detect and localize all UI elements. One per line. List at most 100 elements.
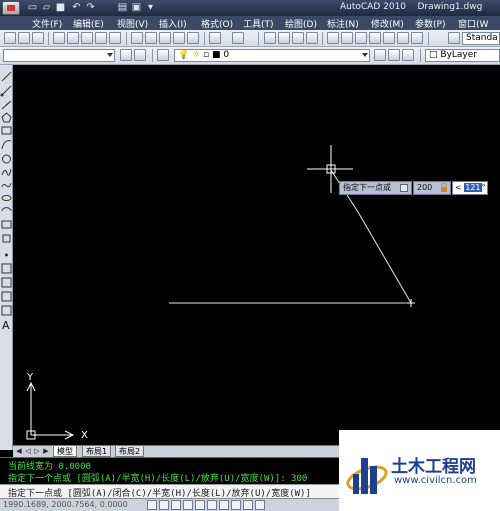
next-tab-icon[interactable]: ▷	[33, 447, 41, 456]
publish-dwf-icon[interactable]	[81, 32, 93, 44]
quickcalc-icon[interactable]	[397, 32, 409, 44]
angle-input[interactable]: < 121°	[452, 181, 488, 195]
mtext-tool-icon: A	[2, 319, 10, 332]
color-value: ByLayer	[440, 50, 477, 60]
layer-state-icon[interactable]	[402, 49, 414, 61]
application-menu-button[interactable]	[2, 1, 20, 15]
menu-format[interactable]: 格式(O)	[201, 17, 233, 30]
last-tab-icon[interactable]: ▶	[42, 447, 50, 456]
menu-tools[interactable]: 工具(T)	[243, 17, 274, 30]
new-icon[interactable]: ▭	[26, 2, 39, 14]
menu-file[interactable]: 文件(F)	[32, 17, 62, 30]
text-style-icon[interactable]	[448, 32, 460, 44]
hatch-tool-icon	[1, 263, 12, 274]
plot-icon[interactable]: ▤	[116, 2, 129, 14]
save-file-icon[interactable]	[32, 32, 44, 44]
drawing-area[interactable]: Y X	[13, 65, 500, 445]
sheet-set-icon[interactable]	[109, 32, 121, 44]
3d-print-icon[interactable]	[95, 32, 107, 44]
tool-palettes-icon[interactable]	[355, 32, 367, 44]
prev-tab-icon[interactable]: ◁	[24, 447, 32, 456]
lineweight-toggle-icon[interactable]	[243, 500, 253, 510]
quick-access-dropdown-icon[interactable]: ▾	[144, 2, 157, 14]
snap-toggle-icon[interactable]	[147, 500, 157, 510]
menu-edit[interactable]: 编辑(E)	[73, 17, 104, 30]
open-icon[interactable]: ▱	[40, 2, 53, 14]
dynamic-prompt-text: 指定下一点或	[343, 183, 391, 192]
sun-icon: ☼	[192, 50, 201, 60]
layer-previous-icon[interactable]	[388, 49, 400, 61]
cut-icon[interactable]	[131, 32, 143, 44]
zoom-previous-icon[interactable]	[306, 32, 318, 44]
ellipse-arc-tool-icon	[1, 207, 12, 212]
match-properties-icon[interactable]	[173, 32, 185, 44]
zoom-realtime-icon[interactable]	[278, 32, 290, 44]
draw-toolbar: A	[0, 65, 13, 450]
dynamic-options-icon[interactable]	[400, 184, 408, 192]
block-editor-icon[interactable]	[187, 32, 199, 44]
polar-toggle-icon[interactable]	[183, 500, 193, 510]
print-icon[interactable]	[53, 32, 65, 44]
menu-insert[interactable]: 插入(I)	[159, 17, 187, 30]
make-block-icon	[2, 234, 11, 243]
drawing-svg[interactable]: Y X	[13, 65, 500, 445]
otrack-toggle-icon[interactable]	[207, 500, 217, 510]
menu-window[interactable]: 窗口(W	[458, 17, 488, 30]
polyline-tool-icon	[1, 100, 12, 110]
menu-dimension[interactable]: 标注(N)	[327, 17, 359, 30]
menu-view[interactable]: 视图(V)	[117, 17, 148, 30]
undo-icon[interactable]: ↶	[70, 2, 83, 14]
grid-toggle-icon[interactable]	[159, 500, 169, 510]
menu-modify[interactable]: 修改(M)	[371, 17, 404, 30]
layer-combo[interactable]: 💡 ☼ ▫ ■ 0	[174, 49, 370, 62]
markup-icon[interactable]	[383, 32, 395, 44]
undo-tool-icon[interactable]	[209, 32, 221, 44]
copy-icon[interactable]	[145, 32, 157, 44]
polyline-segment[interactable]	[357, 211, 412, 304]
color-combo[interactable]: □ ByLayer	[425, 49, 500, 62]
workspace-combo[interactable]	[3, 49, 115, 62]
sheet-set-manager-icon[interactable]	[369, 32, 381, 44]
paste-icon[interactable]	[159, 32, 171, 44]
watermark-url: www.civilcn.com	[394, 475, 477, 486]
plot-preview-icon[interactable]	[67, 32, 79, 44]
redo-icon[interactable]: ↷	[84, 2, 97, 14]
color-swatch-icon: □	[429, 50, 438, 60]
angle-value: 121	[464, 183, 482, 192]
layer-properties-icon[interactable]	[157, 49, 169, 61]
zoom-window-icon[interactable]	[292, 32, 304, 44]
make-current-layer-icon[interactable]	[374, 49, 386, 61]
menu-parametric[interactable]: 参数(P)	[415, 17, 445, 30]
toolbar-separator	[322, 32, 323, 45]
ucs-x-label: X	[81, 430, 88, 441]
properties-icon[interactable]	[327, 32, 339, 44]
open-file-icon[interactable]	[18, 32, 30, 44]
toolbar-separator	[258, 32, 259, 45]
design-center-icon[interactable]	[341, 32, 353, 44]
tab-model[interactable]: 模型	[53, 446, 77, 457]
layers-toolbar: 💡 ☼ ▫ ■ 0 □ ByLayer	[0, 47, 500, 65]
ducs-toggle-icon[interactable]	[219, 500, 229, 510]
bulb-icon: 💡	[178, 50, 190, 60]
help-icon[interactable]	[411, 32, 423, 44]
tab-layout2[interactable]: 布局2	[115, 446, 145, 457]
menu-draw[interactable]: 绘图(D)	[285, 17, 317, 30]
save-icon[interactable]: ■	[54, 2, 67, 14]
chevron-down-icon	[362, 53, 368, 57]
first-tab-icon[interactable]: ◀	[15, 447, 23, 456]
angle-prefix: <	[455, 183, 462, 192]
publish-icon[interactable]: ▣	[130, 2, 143, 14]
pan-icon[interactable]	[264, 32, 276, 44]
tab-layout1[interactable]: 布局1	[82, 446, 112, 457]
text-style-value: Standa	[466, 33, 498, 43]
osnap-toggle-icon[interactable]	[195, 500, 205, 510]
workspace-settings-icon[interactable]	[120, 49, 132, 61]
text-style-combo[interactable]: Standa	[462, 32, 500, 45]
customize-icon[interactable]	[134, 49, 146, 61]
dyn-toggle-icon[interactable]	[231, 500, 241, 510]
gradient-tool-icon	[1, 277, 12, 288]
ortho-toggle-icon[interactable]	[171, 500, 181, 510]
quick-properties-toggle-icon[interactable]	[255, 500, 265, 510]
redo-tool-icon[interactable]	[232, 32, 244, 44]
qnew-icon[interactable]	[4, 32, 16, 44]
